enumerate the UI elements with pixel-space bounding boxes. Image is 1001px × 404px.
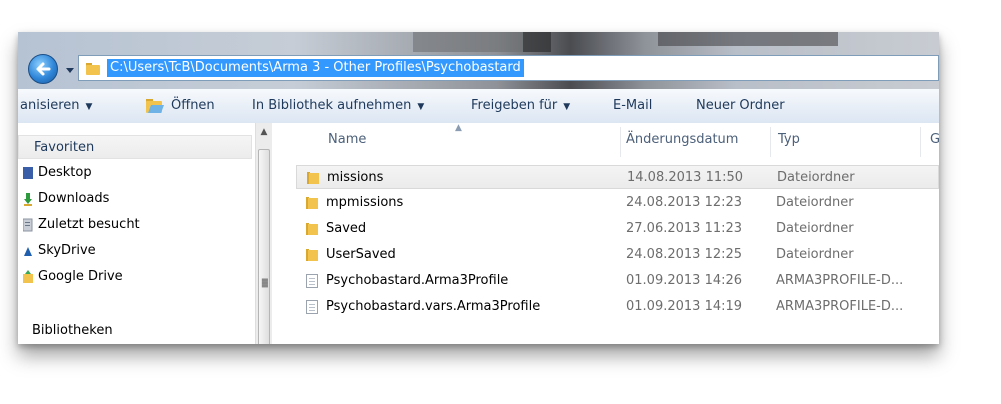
recent-places-icon	[23, 218, 33, 232]
new-folder-label: Neuer Ordner	[696, 98, 785, 113]
folder-icon	[306, 223, 318, 235]
file-modified: 24.08.2013 12:25	[626, 247, 743, 262]
column-type-label: Typ	[778, 132, 800, 147]
recent-pages-dropdown[interactable]	[64, 64, 76, 76]
column-header-name[interactable]: Name	[328, 123, 366, 157]
nav-item-label: Downloads	[38, 191, 110, 206]
column-header-modified[interactable]: Änderungsdatum	[626, 123, 738, 157]
open-label: Öffnen	[171, 98, 215, 113]
file-modified: 01.09.2013 14:19	[626, 299, 743, 314]
include-in-library-button[interactable]: In Bibliothek aufnehmen ▼	[252, 89, 424, 123]
column-divider[interactable]	[620, 127, 621, 157]
file-row-usersaved[interactable]: UserSaved 24.08.2013 12:25 Dateiordner	[296, 243, 939, 267]
folder-icon	[307, 172, 319, 184]
file-name: Psychobastard.vars.Arma3Profile	[326, 299, 541, 314]
navigation-pane: Favoriten Desktop Downloads Zuletzt besu…	[18, 123, 274, 344]
sort-ascending-icon: ▲	[455, 123, 462, 133]
file-icon	[306, 300, 318, 314]
file-modified: 27.06.2013 11:23	[626, 221, 743, 236]
command-toolbar: anisieren ▼ Öffnen In Bibliothek aufnehme…	[18, 89, 939, 124]
file-name: UserSaved	[326, 247, 396, 262]
chevron-down-icon: ▼	[417, 102, 425, 112]
nav-item-label: SkyDrive	[38, 243, 96, 258]
file-name: mpmissions	[326, 195, 404, 210]
open-button[interactable]: Öffnen	[171, 89, 215, 123]
chevron-down-icon: ▼	[563, 102, 571, 112]
file-name: Psychobastard.Arma3Profile	[326, 273, 509, 288]
back-arrow-icon	[36, 62, 51, 76]
file-row-mpmissions[interactable]: mpmissions 24.08.2013 12:23 Dateiordner	[296, 191, 939, 215]
new-folder-button[interactable]: Neuer Ordner	[696, 89, 785, 123]
email-label: E-Mail	[613, 98, 653, 113]
share-label: Freigeben für	[471, 98, 558, 113]
file-type: Dateiordner	[776, 221, 854, 236]
nav-item-label: Zuletzt besucht	[38, 217, 140, 232]
folder-icon	[306, 249, 318, 261]
folder-icon	[86, 63, 100, 75]
file-row-vars-profile[interactable]: Psychobastard.vars.Arma3Profile 01.09.20…	[296, 295, 939, 319]
include-library-label: In Bibliothek aufnehmen	[252, 98, 412, 113]
skydrive-icon	[24, 247, 32, 256]
column-divider[interactable]	[920, 127, 921, 157]
organize-button[interactable]: anisieren ▼	[20, 89, 92, 123]
file-type: Dateiordner	[777, 170, 855, 185]
column-size-label: G	[930, 132, 939, 147]
favorites-label: Favoriten	[34, 140, 95, 155]
nav-item-label: Desktop	[38, 165, 92, 180]
downloads-icon	[24, 193, 32, 206]
column-header-type[interactable]: Typ	[778, 123, 800, 157]
back-button[interactable]	[28, 54, 58, 84]
scrollbar-thumb[interactable]: ▬ ▬ ▬	[258, 149, 270, 344]
file-row-missions[interactable]: missions 14.08.2013 11:50 Dateiordner	[296, 165, 939, 189]
file-list: Name ▲ Änderungsdatum Typ G missions 14.…	[274, 123, 939, 344]
column-name-label: Name	[328, 132, 367, 147]
file-modified: 14.08.2013 11:50	[627, 170, 744, 185]
file-type: Dateiordner	[776, 247, 854, 262]
column-divider[interactable]	[770, 127, 771, 157]
file-type: Dateiordner	[776, 195, 854, 210]
nav-libraries-header[interactable]: Bibliotheken	[32, 320, 113, 342]
file-type: ARMA3PROFILE-D...	[776, 273, 904, 288]
grip-icon: ▬ ▬ ▬	[261, 275, 269, 290]
file-modified: 24.08.2013 12:23	[626, 195, 743, 210]
file-modified: 01.09.2013 14:26	[626, 273, 743, 288]
column-header-size[interactable]: G	[930, 123, 939, 157]
google-drive-icon	[23, 270, 33, 283]
libraries-label: Bibliotheken	[32, 323, 113, 338]
chevron-down-icon: ▼	[85, 102, 93, 112]
share-with-button[interactable]: Freigeben für ▼	[471, 89, 570, 123]
window-titlebar: C:\Users\TcB\Documents\Arma 3 - Other Pr…	[18, 32, 939, 89]
address-bar[interactable]: C:\Users\TcB\Documents\Arma 3 - Other Pr…	[78, 55, 939, 81]
file-name: missions	[327, 170, 384, 185]
open-folder-icon	[146, 99, 164, 113]
nav-favorites-header[interactable]: Favoriten	[18, 135, 252, 159]
file-row-profile[interactable]: Psychobastard.Arma3Profile 01.09.2013 14…	[296, 269, 939, 293]
file-row-saved[interactable]: Saved 27.06.2013 11:23 Dateiordner	[296, 217, 939, 241]
file-type: ARMA3PROFILE-D...	[776, 299, 904, 314]
navigation-scrollbar[interactable]: ▲ ▬ ▬ ▬	[255, 123, 272, 344]
column-modified-label: Änderungsdatum	[626, 132, 739, 147]
email-button[interactable]: E-Mail	[613, 89, 652, 123]
file-icon	[306, 274, 318, 288]
desktop-icon	[23, 167, 33, 179]
folder-icon	[306, 197, 318, 209]
organize-label: anisieren	[20, 98, 80, 113]
scroll-up-arrow-icon[interactable]: ▲	[256, 125, 272, 139]
nav-item-label: Google Drive	[38, 269, 123, 284]
address-path[interactable]: C:\Users\TcB\Documents\Arma 3 - Other Pr…	[107, 59, 524, 77]
file-name: Saved	[326, 221, 367, 236]
explorer-window: C:\Users\TcB\Documents\Arma 3 - Other Pr…	[18, 32, 939, 344]
